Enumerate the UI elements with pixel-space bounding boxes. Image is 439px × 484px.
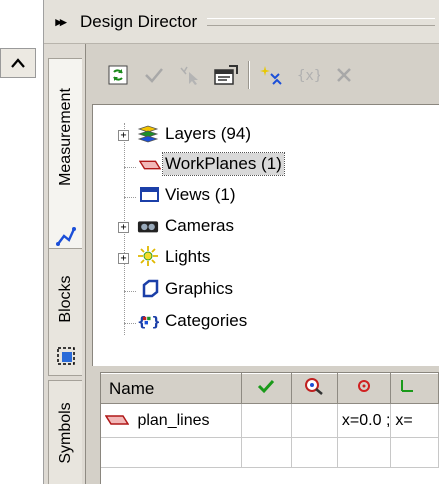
- cell-axis[interactable]: x=: [390, 403, 439, 438]
- tree-item-label: Lights: [165, 247, 211, 266]
- tree-item-label: Views (1): [165, 185, 236, 204]
- table-row: [101, 437, 439, 468]
- empty-cell: [291, 437, 338, 468]
- properties-table: Name plan_lines x=0.0 ; x=: [101, 373, 439, 468]
- panel-title: Design Director: [80, 11, 198, 31]
- cell-name[interactable]: plan_lines: [101, 403, 242, 438]
- tree-toolbar: {x}: [86, 46, 439, 104]
- empty-cell: [101, 437, 242, 468]
- workplane-icon: [139, 155, 161, 175]
- workplane-icon: [104, 415, 130, 426]
- tree-item-label: WorkPlanes (1): [162, 152, 285, 176]
- graphics-icon: [139, 279, 161, 299]
- svg-text:{x}: {x}: [297, 68, 320, 84]
- check-icon: [257, 379, 275, 394]
- row-name-text: plan_lines: [137, 411, 210, 429]
- left-panel-strip: [0, 0, 44, 484]
- column-header-visible[interactable]: [241, 373, 292, 404]
- camera-icon: [137, 216, 159, 236]
- refresh-icon: [108, 65, 128, 85]
- properties-grid: Name plan_lines x=0.0 ; x=: [100, 372, 439, 484]
- column-header-name[interactable]: Name: [101, 373, 242, 404]
- check-button[interactable]: [136, 57, 172, 93]
- categories-icon: { }: [137, 311, 159, 331]
- light-icon: [137, 246, 159, 266]
- measurement-icon: [56, 227, 76, 246]
- select-filter-icon: [180, 66, 198, 85]
- svg-text:}: }: [151, 314, 159, 330]
- column-header-origin[interactable]: [337, 373, 392, 404]
- titlebar-grip[interactable]: [207, 17, 435, 26]
- blocks-icon: [57, 347, 75, 365]
- collapse-pin-icon[interactable]: ▸▸: [44, 14, 76, 30]
- empty-cell: [337, 437, 392, 468]
- expand-toggle[interactable]: +: [118, 130, 129, 141]
- column-header-zoom[interactable]: [291, 373, 338, 404]
- table-header-row: Name: [101, 373, 439, 404]
- brackets-icon: {x}: [297, 68, 320, 84]
- zoom-icon: [305, 378, 324, 395]
- origin-icon: [358, 380, 371, 392]
- chevron-up-icon: [11, 58, 25, 68]
- delete-icon: [337, 68, 351, 82]
- tab-symbols-label: Symbols: [56, 402, 74, 464]
- tree-connector-line: [124, 167, 136, 168]
- new-item-button[interactable]: [254, 57, 290, 93]
- empty-cell: [241, 437, 292, 468]
- axis-icon: [401, 380, 414, 392]
- cell-zoom[interactable]: [291, 403, 338, 438]
- tab-blocks-label: Blocks: [56, 275, 74, 323]
- tab-blocks[interactable]: Blocks: [48, 248, 82, 376]
- scroll-up-button[interactable]: [0, 48, 36, 78]
- panel-titlebar: ▸▸ Design Director: [44, 0, 439, 44]
- view-icon: [139, 185, 161, 205]
- cell-origin[interactable]: x=0.0 ;: [337, 403, 392, 438]
- tab-measurement-label: Measurement: [56, 88, 74, 187]
- tree-connector-line: [124, 197, 136, 198]
- column-header-axis[interactable]: [390, 373, 439, 404]
- properties-icon: [214, 65, 238, 85]
- expand-toggle[interactable]: +: [118, 222, 129, 233]
- tab-symbols[interactable]: Symbols: [48, 380, 82, 484]
- brackets-button[interactable]: {x}: [290, 57, 326, 93]
- toolbar-separator: [248, 61, 250, 89]
- tree-item-label: Categories: [165, 311, 248, 330]
- properties-button[interactable]: [208, 57, 244, 93]
- select-filter-button[interactable]: [172, 57, 208, 93]
- cell-visible[interactable]: [241, 403, 292, 438]
- tree-item-label: Cameras: [165, 216, 234, 235]
- tree-connector-line: [124, 323, 136, 324]
- object-tree[interactable]: + Layers (94) WorkPlanes (1) Views (1) +…: [92, 104, 439, 366]
- empty-cell: [390, 437, 439, 468]
- tab-measurement[interactable]: Measurement: [48, 58, 82, 256]
- expand-toggle[interactable]: +: [118, 253, 129, 264]
- vertical-tab-strip: Measurement Blocks Symbols: [44, 44, 86, 484]
- tree-connector-line: [124, 291, 136, 292]
- layers-icon: [137, 124, 159, 144]
- table-row[interactable]: plan_lines x=0.0 ; x=: [101, 403, 439, 438]
- check-icon: [145, 68, 163, 83]
- new-item-icon: [260, 66, 282, 85]
- tree-item-label: Graphics: [165, 279, 234, 298]
- refresh-button[interactable]: [100, 57, 136, 93]
- delete-button[interactable]: [326, 57, 362, 93]
- tree-item-label: Layers (94): [165, 124, 251, 143]
